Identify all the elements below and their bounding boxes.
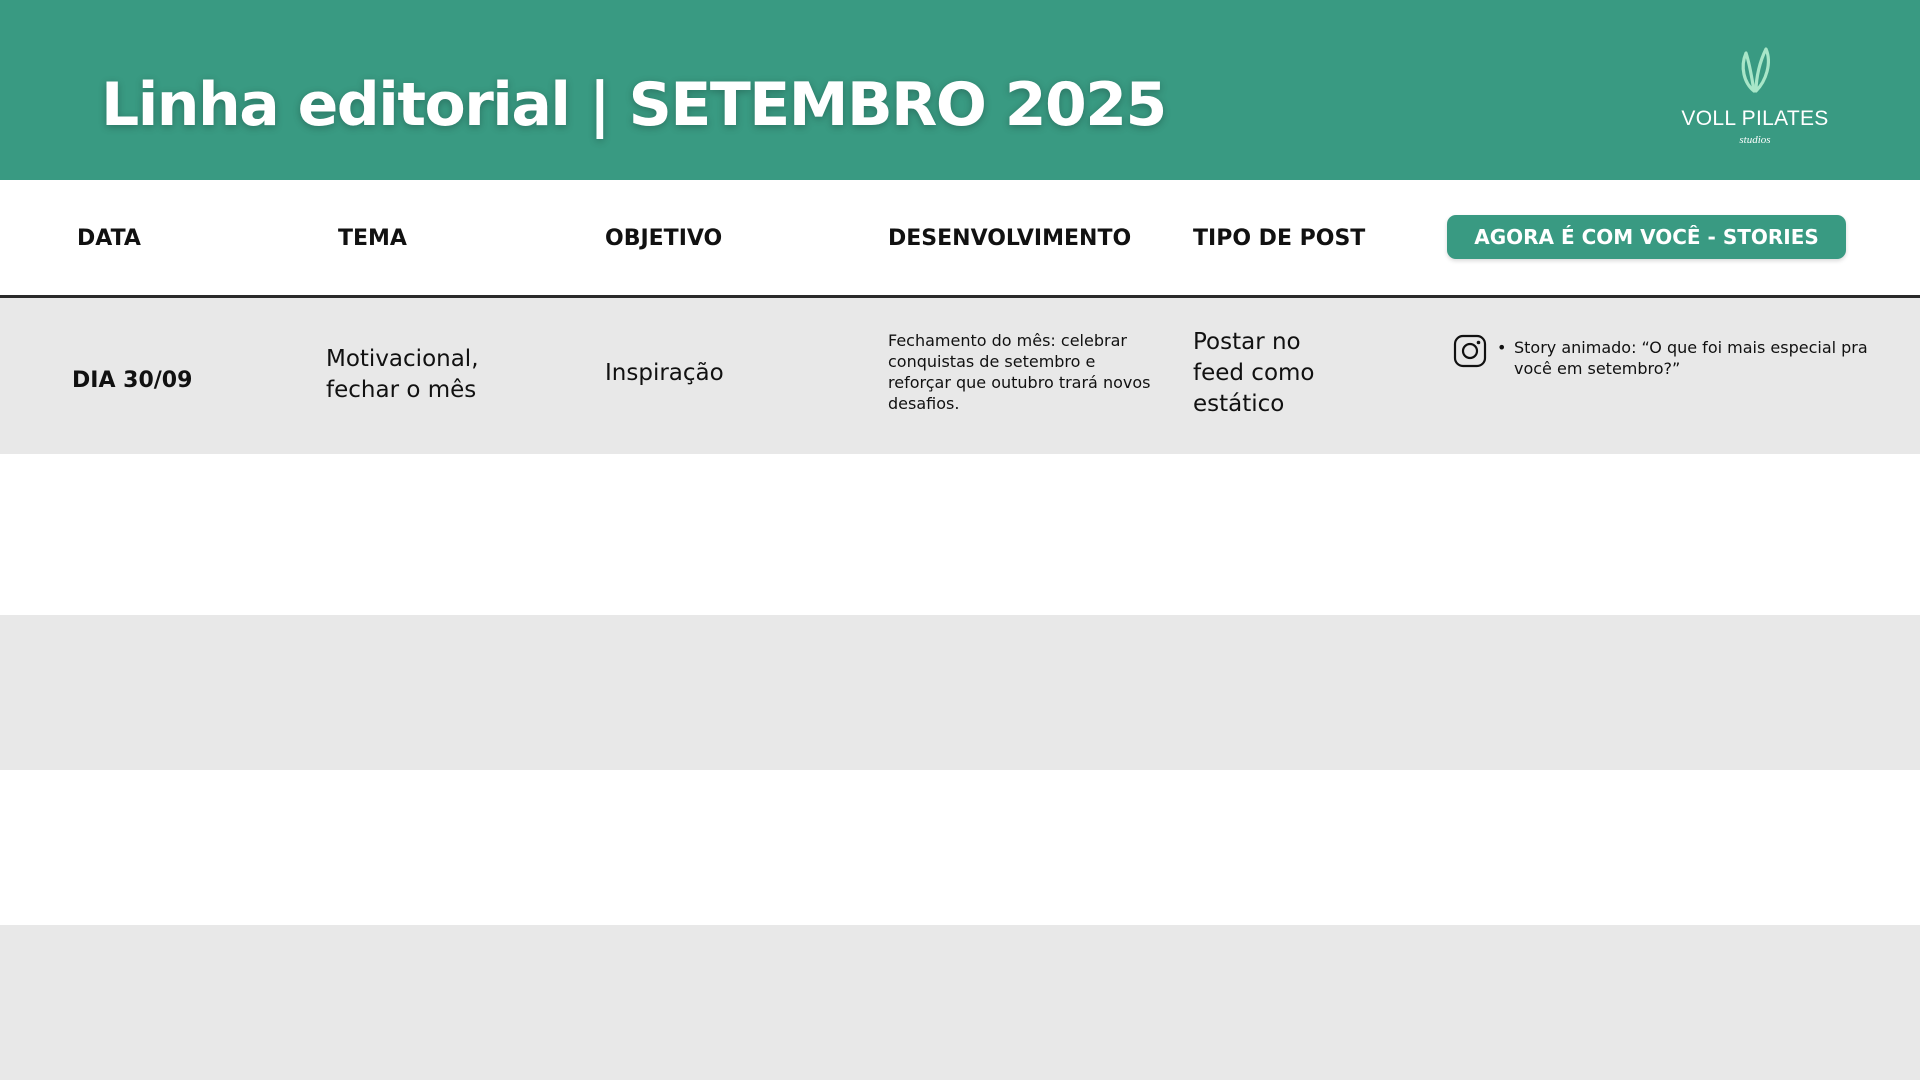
instagram-icon (1453, 334, 1487, 368)
row-objetivo: Inspiração (605, 360, 724, 386)
logo-wordmark: VOLL PILATES (1681, 107, 1829, 130)
stories-list: • Story animado: “O que foi mais especia… (1497, 337, 1877, 379)
page-title: Linha editorial | SETEMBRO 2025 (101, 70, 1167, 140)
bullet-icon: • (1497, 338, 1507, 357)
column-header-desenvolvimento: DESENVOLVIMENTO (888, 226, 1132, 251)
column-header-data: DATA (77, 226, 141, 251)
column-header-tema: TEMA (338, 226, 407, 251)
table-row-empty (0, 454, 1920, 615)
row-tipo-de-post: Postar no feed como estático (1193, 329, 1315, 417)
header-banner: Linha editorial | SETEMBRO 2025 VOLL PIL… (0, 0, 1920, 180)
column-header-tipo-de-post: TIPO DE POST (1193, 226, 1366, 251)
row-desenvolvimento: Fechamento do mês: celebrar conquistas d… (888, 331, 1151, 413)
row-tema: Motivacional, fechar o mês (326, 346, 479, 403)
table-row-empty (0, 770, 1920, 925)
stories-list-item: • Story animado: “O que foi mais especia… (1497, 337, 1877, 379)
row-date: DIA 30/09 (72, 368, 193, 393)
voll-leaf-logo-icon (1741, 47, 1770, 93)
logo-subtitle: studios (1739, 134, 1771, 146)
column-header-objetivo: OBJETIVO (605, 226, 723, 251)
table-row-empty (0, 615, 1920, 770)
stories-item-text: Story animado: “O que foi mais especial … (1514, 338, 1868, 378)
column-header-stories-badge: AGORA É COM VOCÊ - STORIES (1447, 215, 1846, 259)
table-row-empty (0, 925, 1920, 1080)
brand-logo: VOLL PILATES studios (1660, 45, 1850, 155)
